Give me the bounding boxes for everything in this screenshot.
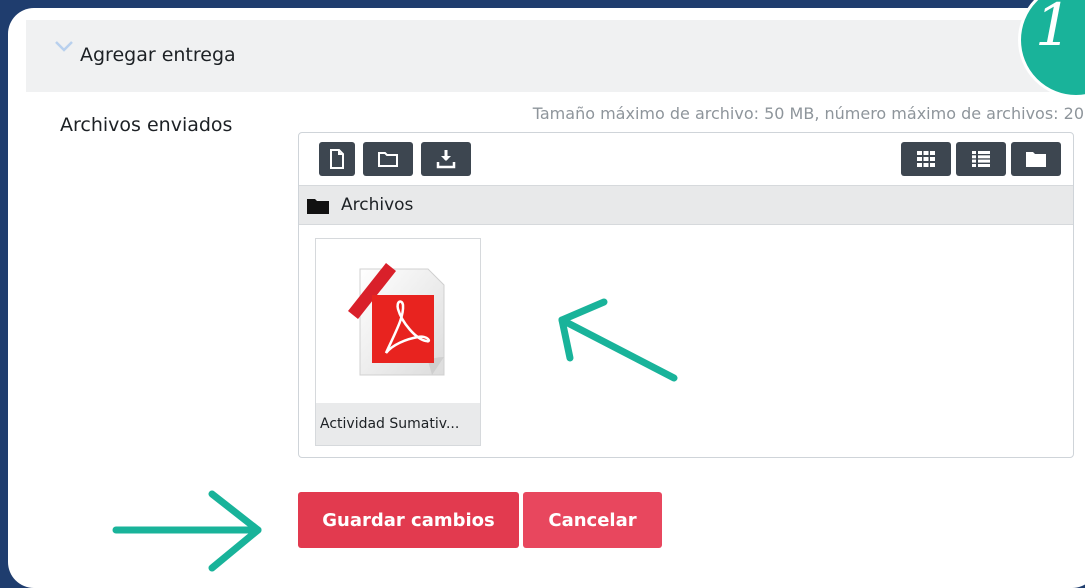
download-icon (436, 150, 456, 169)
grid-view-icon (917, 151, 935, 167)
folder-view-icon (1026, 152, 1046, 167)
arrow-pointing-file-icon (558, 298, 678, 382)
path-label[interactable]: Archivos (341, 195, 413, 215)
grid-view-button[interactable] (901, 142, 951, 176)
file-name[interactable]: Actividad Sumativ... (316, 403, 480, 445)
file-icon (330, 149, 344, 169)
pdf-icon (348, 263, 445, 376)
cancel-button[interactable]: Cancelar (523, 492, 662, 548)
section-title: Agregar entrega (80, 44, 236, 66)
file-thumbnail[interactable] (316, 239, 480, 403)
download-all-button[interactable] (421, 142, 471, 176)
folder-outline-icon (378, 152, 398, 167)
create-folder-button[interactable] (363, 142, 413, 176)
add-file-button[interactable] (319, 142, 355, 176)
files-label: Archivos enviados (60, 114, 233, 136)
file-manager-toolbar (299, 133, 1073, 185)
folder-icon (307, 199, 329, 214)
tree-view-button[interactable] (1011, 142, 1061, 176)
step-number: 1 (1035, 0, 1072, 59)
chevron-down-icon[interactable] (54, 40, 74, 52)
list-view-icon (972, 151, 990, 167)
path-bar: Archivos (299, 185, 1073, 225)
list-view-button[interactable] (956, 142, 1006, 176)
save-changes-button[interactable]: Guardar cambios (298, 492, 519, 548)
arrow-pointing-save-icon (112, 490, 262, 572)
file-item[interactable]: Actividad Sumativ... (315, 238, 481, 446)
file-limits-text: Tamaño máximo de archivo: 50 MB, número … (532, 104, 1084, 123)
